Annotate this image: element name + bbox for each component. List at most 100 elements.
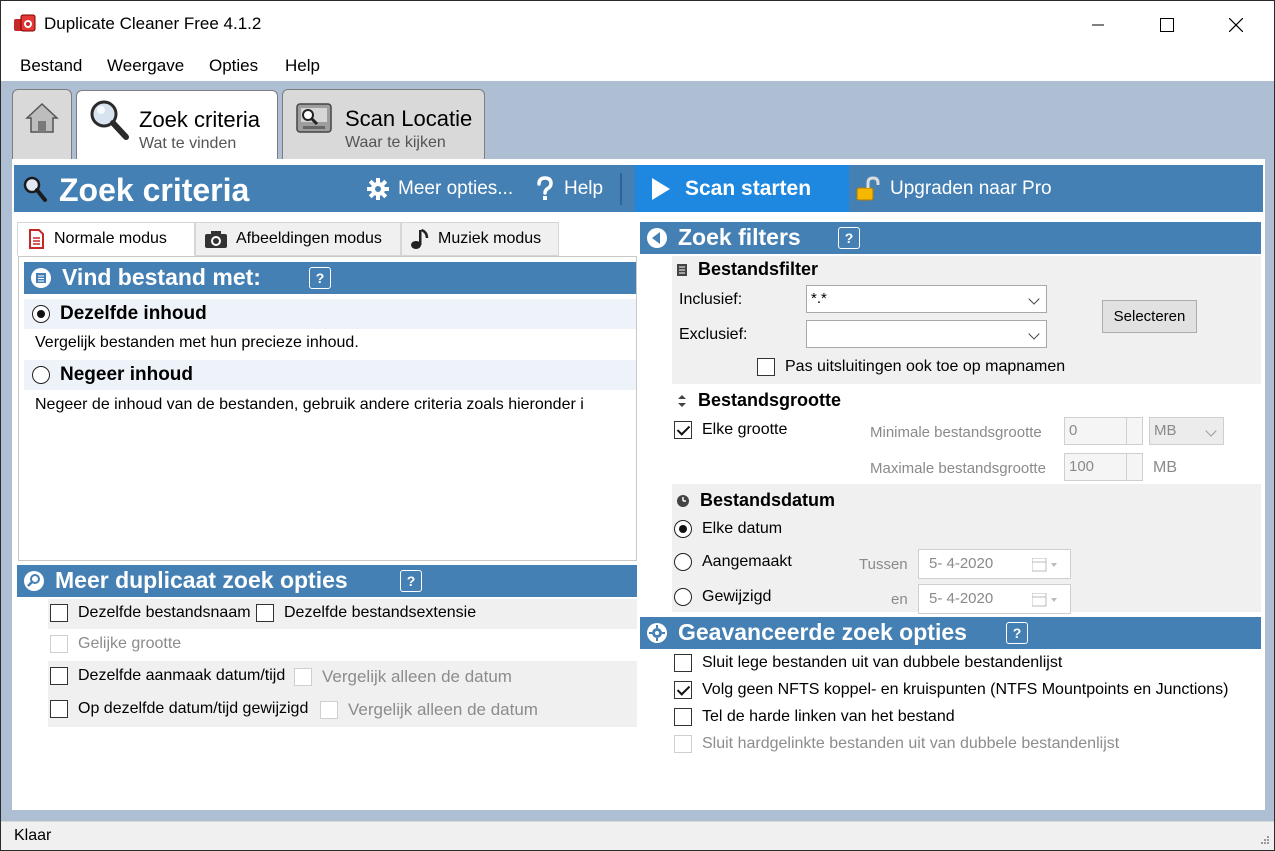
apply-to-folders-option[interactable]: Pas uitsluitingen ook toe op mapnamen bbox=[757, 358, 1065, 376]
exclude-empty-files-option[interactable]: Sluit lege bestanden uit van dubbele bes… bbox=[674, 654, 1062, 672]
created-date-value: 5- 4-2020 bbox=[929, 555, 994, 572]
more-options-link[interactable]: Meer opties... bbox=[366, 175, 513, 203]
same-name-option[interactable]: Dezelfde bestandsnaam bbox=[50, 604, 251, 622]
menu-help[interactable]: Help bbox=[285, 56, 320, 76]
search-circle-icon bbox=[24, 571, 44, 591]
magnifier-icon bbox=[90, 100, 129, 140]
include-combo[interactable]: *.* bbox=[806, 285, 1047, 313]
maximize-icon bbox=[1160, 18, 1174, 32]
same-content-description: Vergelijk bestanden met hun precieze inh… bbox=[35, 334, 359, 351]
tab-home[interactable] bbox=[12, 89, 72, 159]
more-dup-section-title: Meer duplicaat zoek opties bbox=[55, 567, 348, 593]
more-dup-help-button[interactable]: ? bbox=[400, 570, 422, 592]
same-ext-checkbox[interactable] bbox=[256, 604, 274, 622]
sort-arrows-icon bbox=[678, 394, 686, 407]
option-ignore-content[interactable]: Negeer inhoud bbox=[24, 360, 636, 390]
help-icon: ? bbox=[839, 228, 859, 248]
file-date-header: Bestandsdatum bbox=[676, 490, 835, 511]
ignore-content-radio[interactable] bbox=[32, 366, 50, 384]
exclude-empty-files-checkbox[interactable] bbox=[674, 654, 692, 672]
window-title: Duplicate Cleaner Free 4.1.2 bbox=[44, 14, 262, 33]
tab-zoek-criteria[interactable]: Zoek criteria Wat te vinden bbox=[76, 90, 278, 160]
tab-muziek-label: Muziek modus bbox=[438, 230, 542, 247]
spinner-arrows-icon bbox=[1126, 418, 1142, 444]
more-options-label: Meer opties... bbox=[398, 178, 514, 199]
tab-normale-modus[interactable]: Normale modus bbox=[17, 222, 195, 256]
header-bar: Zoek criteria Meer opties... Help Scan s… bbox=[14, 165, 1263, 212]
any-size-option[interactable]: Elke grootte bbox=[674, 421, 787, 439]
skip-junctions-option[interactable]: Volg geen NFTS koppel- en kruispunten (N… bbox=[674, 681, 1229, 699]
same-size-option: Gelijke grootte bbox=[50, 635, 181, 653]
tab-muziek-modus[interactable]: Muziek modus bbox=[401, 222, 559, 256]
menu-bestand[interactable]: Bestand bbox=[20, 56, 82, 76]
same-modified-label: Op dezelfde datum/tijd gewijzigd bbox=[78, 700, 309, 717]
normal-mode-panel: Vind bestand met: ? Dezelfde inhoud Verg… bbox=[18, 256, 637, 561]
created-radio[interactable] bbox=[674, 553, 692, 571]
modified-option[interactable]: Gewijzigd bbox=[674, 588, 771, 606]
gear-circle-icon bbox=[647, 623, 667, 643]
exclude-combo[interactable] bbox=[806, 320, 1047, 348]
exclude-label: Exclusief: bbox=[679, 326, 748, 343]
drive-scan-icon bbox=[296, 103, 332, 133]
upgrade-label: Upgraden naar Pro bbox=[890, 178, 1052, 199]
same-content-label: Dezelfde inhoud bbox=[60, 303, 207, 324]
find-help-button[interactable]: ? bbox=[309, 267, 331, 289]
modified-radio[interactable] bbox=[674, 588, 692, 606]
modified-and-label: en bbox=[891, 591, 908, 608]
minimize-icon bbox=[1092, 24, 1104, 26]
file-date-title: Bestandsdatum bbox=[700, 490, 836, 510]
magnifier-icon bbox=[23, 176, 47, 202]
resize-grip-icon[interactable] bbox=[1258, 835, 1270, 847]
spinner-arrows-icon bbox=[1126, 454, 1142, 480]
any-size-checkbox[interactable] bbox=[674, 421, 692, 439]
calendar-dropdown-icon bbox=[1032, 593, 1057, 607]
option-same-content[interactable]: Dezelfde inhoud bbox=[24, 299, 636, 329]
close-button[interactable] bbox=[1201, 1, 1271, 49]
upgrade-link[interactable]: Upgraden naar Pro bbox=[854, 175, 1052, 203]
chevron-down-icon bbox=[1205, 425, 1217, 437]
same-created-checkbox[interactable] bbox=[50, 667, 68, 685]
min-size-unit-combo: MB bbox=[1149, 417, 1224, 445]
header-divider bbox=[620, 173, 622, 205]
same-content-radio[interactable] bbox=[32, 305, 50, 323]
same-created-option[interactable]: Dezelfde aanmaak datum/tijd bbox=[50, 667, 285, 685]
created-option[interactable]: Aangemaakt bbox=[674, 553, 792, 571]
tab-zoek-title: Zoek criteria bbox=[139, 107, 261, 132]
menu-bar: Bestand Weergave Opties Help bbox=[1, 49, 1274, 81]
menu-weergave[interactable]: Weergave bbox=[107, 56, 184, 76]
count-hardlinks-checkbox[interactable] bbox=[674, 708, 692, 726]
help-link[interactable]: Help bbox=[536, 175, 603, 203]
count-hardlinks-option[interactable]: Tel de harde linken van het bestand bbox=[674, 708, 955, 726]
max-size-spinner: 100 bbox=[1064, 453, 1143, 481]
same-name-checkbox[interactable] bbox=[50, 604, 68, 622]
created-date-picker: 5- 4-2020 bbox=[918, 549, 1071, 579]
exclude-hardlinked-checkbox bbox=[674, 735, 692, 753]
filters-section-header: Zoek filters ? bbox=[640, 222, 1261, 254]
filters-help-button[interactable]: ? bbox=[838, 227, 860, 249]
chevron-down-icon bbox=[1028, 293, 1040, 305]
menu-opties[interactable]: Opties bbox=[209, 56, 258, 76]
advanced-help-button[interactable]: ? bbox=[1006, 622, 1028, 644]
apply-to-folders-checkbox[interactable] bbox=[757, 358, 775, 376]
compare-date-only-2-option: Vergelijk alleen de datum bbox=[320, 700, 538, 720]
tab-scan-locatie[interactable]: Scan Locatie Waar te kijken bbox=[282, 89, 485, 159]
document-icon bbox=[29, 229, 44, 249]
created-label: Aangemaakt bbox=[702, 553, 792, 570]
same-ext-option[interactable]: Dezelfde bestandsextensie bbox=[256, 604, 476, 622]
status-text: Klaar bbox=[14, 827, 52, 844]
minimize-button[interactable] bbox=[1063, 1, 1133, 49]
same-modified-checkbox[interactable] bbox=[50, 700, 68, 718]
home-icon bbox=[25, 102, 59, 133]
tab-scan-title: Scan Locatie bbox=[345, 106, 473, 131]
any-date-radio[interactable] bbox=[674, 520, 692, 538]
skip-junctions-checkbox[interactable] bbox=[674, 681, 692, 699]
any-date-option[interactable]: Elke datum bbox=[674, 520, 782, 538]
min-size-unit: MB bbox=[1154, 422, 1177, 439]
tab-afbeeldingen-modus[interactable]: Afbeeldingen modus bbox=[195, 222, 401, 256]
min-size-value: 0 bbox=[1069, 422, 1078, 439]
same-modified-option[interactable]: Op dezelfde datum/tijd gewijzigd bbox=[50, 700, 308, 718]
select-button[interactable]: Selecteren bbox=[1102, 300, 1197, 333]
maximize-button[interactable] bbox=[1132, 1, 1202, 49]
scan-start-button[interactable]: Scan starten bbox=[635, 165, 849, 212]
max-size-label: Maximale bestandsgrootte bbox=[870, 460, 1046, 477]
